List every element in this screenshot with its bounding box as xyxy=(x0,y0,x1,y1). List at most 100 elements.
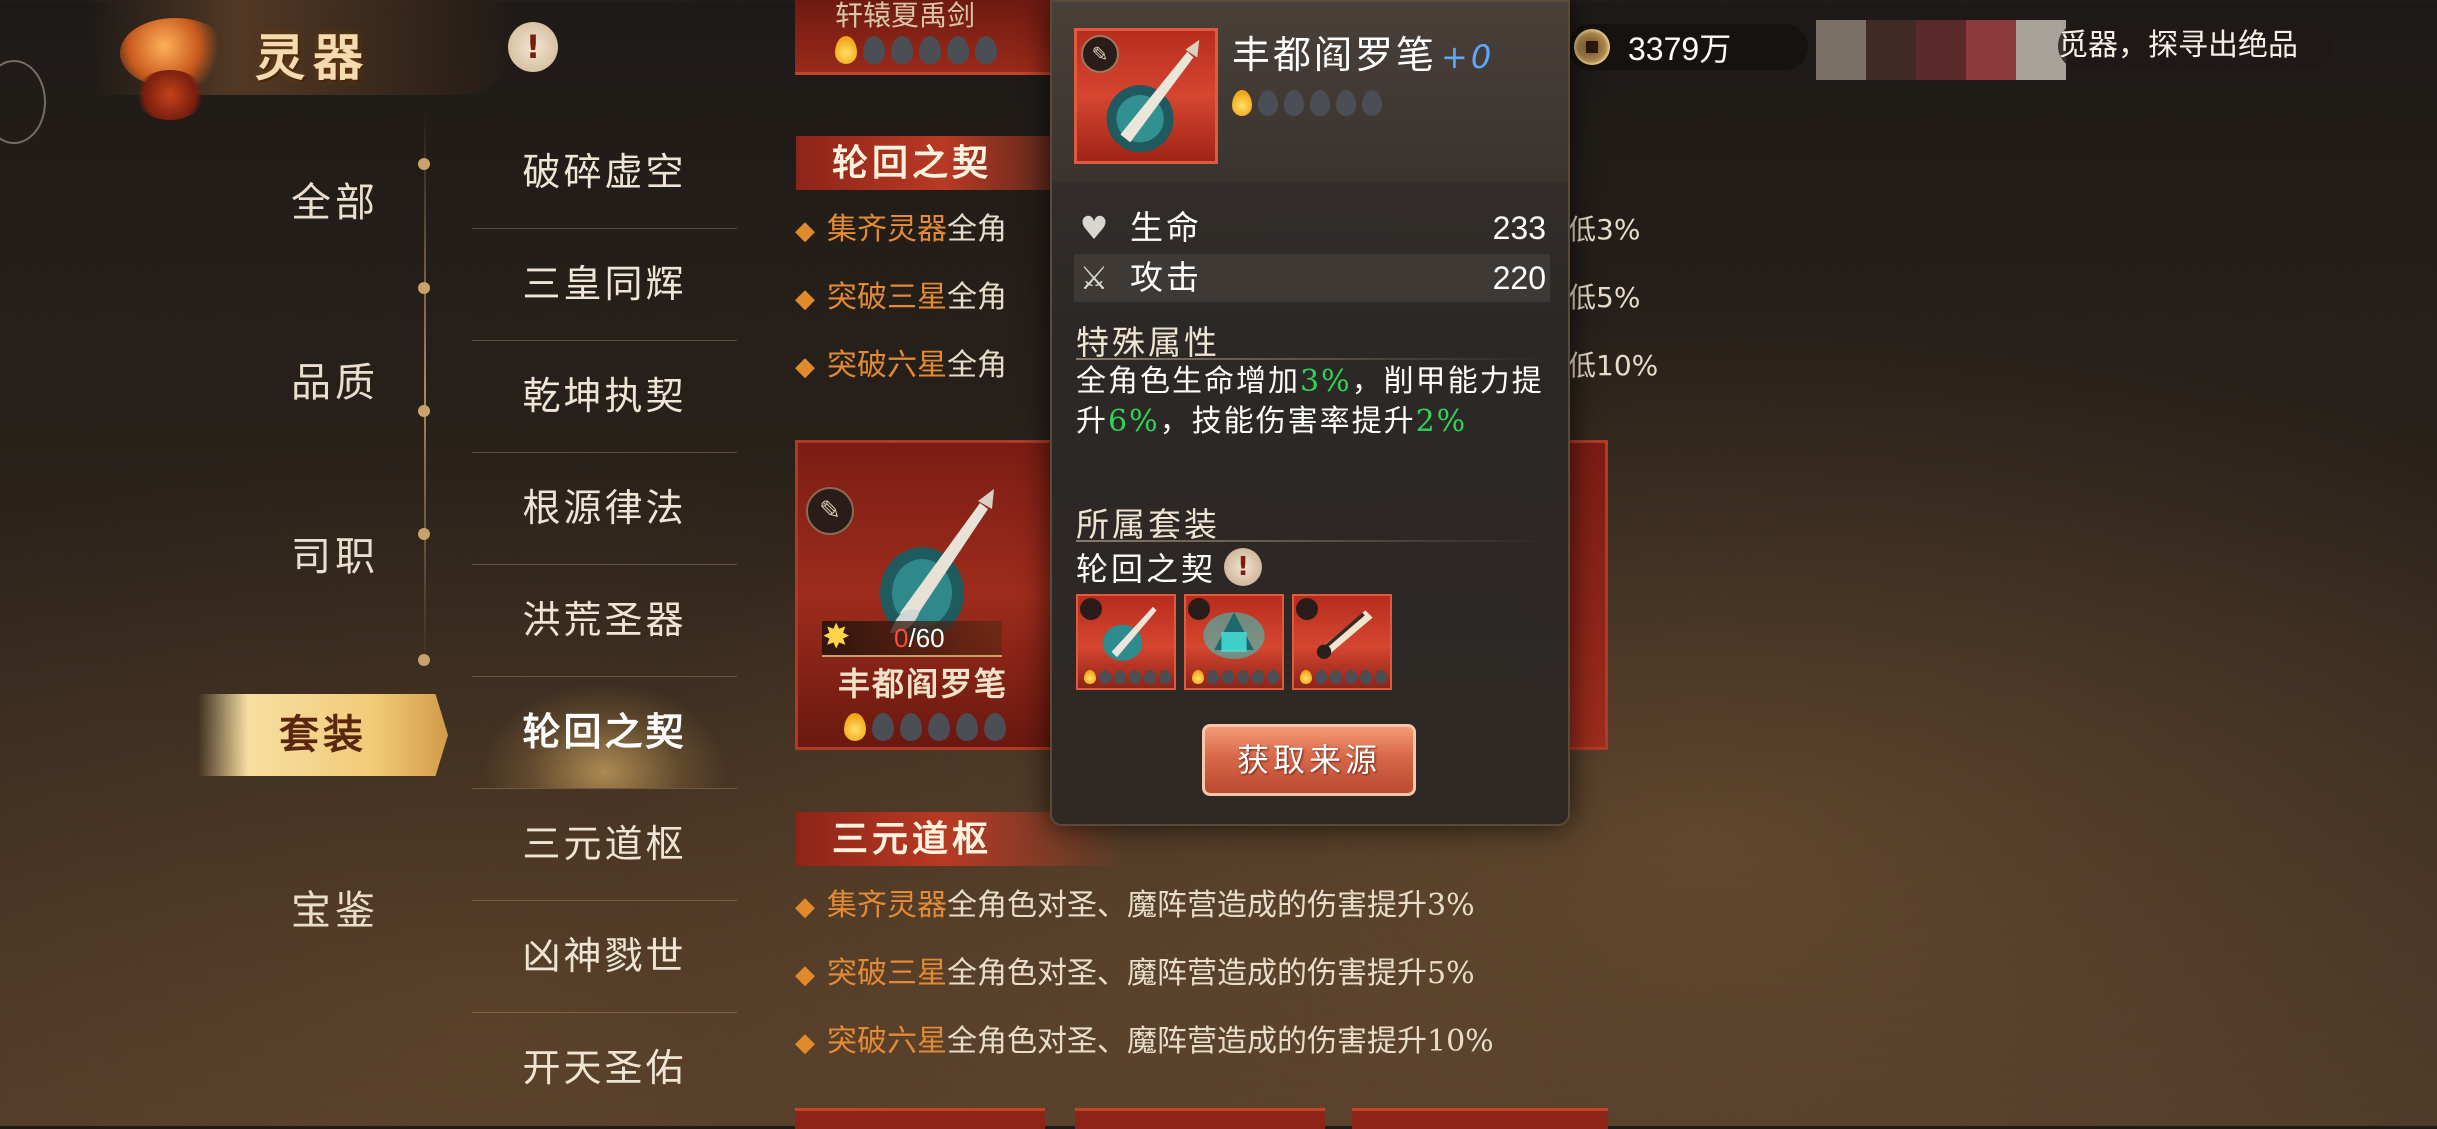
set-name: 轮回之契 xyxy=(1076,550,1217,588)
nav-item-all[interactable]: 全部 xyxy=(230,168,440,238)
star-icon xyxy=(1330,670,1342,684)
star-icon xyxy=(1222,670,1234,684)
item-detail-popup: ✎ 丰都阎罗笔 +0 ♥ 生命 233 ⚔ 攻击 220 特殊属性 全角色生命增加… xyxy=(1050,0,1570,826)
set-list-item[interactable]: 凶神戮世 xyxy=(472,900,737,1013)
star-icon xyxy=(1375,670,1387,684)
scroll-artwork-icon xyxy=(1316,610,1373,659)
star-icon xyxy=(1284,90,1304,116)
bonus-text-tail: 低5% xyxy=(1568,281,1641,314)
item-card[interactable]: ✎ ✸ 0/60 丰都阎罗笔 xyxy=(795,440,1055,750)
star-icon xyxy=(1267,670,1279,684)
star-icon xyxy=(1207,670,1219,684)
star-rating xyxy=(1192,670,1279,684)
bonus-text: 全角色对圣、魔阵营造成的伤害提升10% xyxy=(947,1024,1494,1059)
divider xyxy=(1076,358,1546,360)
bonus-condition: 突破三星 xyxy=(827,280,947,315)
set-piece-temple[interactable] xyxy=(1184,594,1284,690)
star-rating xyxy=(1232,90,1382,116)
item-card-name: 轩辕夏禹剑 xyxy=(835,0,976,32)
nav-dot xyxy=(418,282,430,294)
sword-icon: ⚔ xyxy=(1079,259,1109,297)
star-icon xyxy=(984,713,1006,741)
star-icon xyxy=(1336,90,1356,116)
stat-label: 攻击 xyxy=(1130,258,1202,297)
popup-header: ✎ 丰都阎罗笔 +0 xyxy=(1052,2,1568,182)
item-card-partial[interactable]: 轩辕夏禹剑 xyxy=(795,0,1055,75)
announcement-ticker: 觅器，探寻出绝品 xyxy=(2058,22,2333,70)
star-icon xyxy=(1345,670,1357,684)
nav-item-codex[interactable]: 宝鉴 xyxy=(230,876,440,946)
fragment-count: 0/60 xyxy=(894,621,945,655)
brush-type-icon: ✎ xyxy=(806,487,854,535)
set-list-item[interactable]: 破碎虚空 xyxy=(472,116,737,229)
star-icon xyxy=(835,36,857,64)
censored-avatar-strip xyxy=(1816,20,2066,80)
star-rating xyxy=(844,713,1006,741)
bullet-icon: ◆ xyxy=(795,284,815,314)
enhance-level: +0 xyxy=(1441,38,1495,76)
divider xyxy=(1076,540,1546,542)
info-icon[interactable]: ! xyxy=(508,22,558,72)
star-icon xyxy=(1252,670,1264,684)
desc-value: 3% xyxy=(1300,364,1352,399)
star-icon xyxy=(844,713,866,741)
set-bonus-row: ◆ 集齐灵器全角 xyxy=(795,208,1007,252)
nav-item-set[interactable]: 套装 xyxy=(198,694,448,776)
star-icon xyxy=(1159,670,1171,684)
info-icon[interactable]: ! xyxy=(1224,548,1262,586)
star-icon xyxy=(1315,670,1327,684)
set-piece-scroll[interactable] xyxy=(1292,594,1392,690)
swatch xyxy=(1816,20,1866,80)
set-list-item[interactable]: 根源律法 xyxy=(472,452,737,565)
star-icon xyxy=(900,713,922,741)
special-attr-desc: 全角色生命增加3%，削甲能力提升6%，技能伤害率提升2% xyxy=(1076,362,1556,442)
star-icon xyxy=(956,713,978,741)
bonus-text: 全角 xyxy=(947,348,1007,383)
bullet-icon: ◆ xyxy=(795,216,815,246)
star-icon xyxy=(928,713,950,741)
set-bonus-row: ◆ 集齐灵器全角色对圣、魔阵营造成的伤害提升3% xyxy=(795,884,1475,928)
star-icon xyxy=(1099,670,1111,684)
item-title: 丰都阎罗笔 +0 xyxy=(1232,24,1494,79)
set-list-item-active[interactable]: 轮回之契 xyxy=(472,676,737,789)
set-list-item[interactable]: 乾坤执契 xyxy=(472,340,737,453)
bonus-text: 全角 xyxy=(947,280,1007,315)
set-list-item[interactable]: 三元道枢 xyxy=(472,788,737,901)
bonus-condition: 集齐灵器 xyxy=(827,888,947,923)
bonus-text-tail: 低3% xyxy=(1568,213,1641,246)
set-bonus-row: ◆ 突破三星全角 xyxy=(795,276,1007,320)
star-icon xyxy=(1258,90,1278,116)
desc-text: ，技能伤害率提升 xyxy=(1159,404,1416,439)
nav-dot xyxy=(418,654,430,666)
currency-display: 3379万 xyxy=(1568,24,1808,70)
star-icon xyxy=(1310,90,1330,116)
set-list-item[interactable]: 三皇同辉 xyxy=(472,228,737,341)
bullet-icon: ◆ xyxy=(795,352,815,382)
brush-artwork-icon xyxy=(1106,39,1200,153)
star-icon xyxy=(1144,670,1156,684)
set-piece-brush[interactable] xyxy=(1076,594,1176,690)
star-icon xyxy=(891,36,913,64)
nav-item-quality[interactable]: 品质 xyxy=(230,348,440,418)
nav-item-role[interactable]: 司职 xyxy=(230,522,440,592)
bonus-condition: 集齐灵器 xyxy=(827,212,947,247)
bullet-icon: ◆ xyxy=(795,960,815,990)
set-bonus-row: ◆ 突破六星全角 xyxy=(795,344,1007,388)
star-icon xyxy=(1360,670,1372,684)
header: 灵器 ! xyxy=(0,0,560,144)
swatch xyxy=(1966,20,2016,80)
bonus-text: 全角 xyxy=(947,212,1007,247)
set-list-item[interactable]: 开天圣佑 xyxy=(472,1012,737,1124)
fragment-total: /60 xyxy=(908,623,945,653)
fragment-current: 0 xyxy=(894,623,909,653)
stat-row-hp: ♥ 生命 233 xyxy=(1074,204,1550,252)
orb-logo-icon xyxy=(135,70,205,120)
bonus-text-tail: 低10% xyxy=(1568,349,1659,382)
star-icon xyxy=(863,36,885,64)
stat-value: 220 xyxy=(1492,260,1546,296)
star-rating xyxy=(1300,670,1387,684)
set-list-item[interactable]: 洪荒圣器 xyxy=(472,564,737,677)
bonus-condition: 突破六星 xyxy=(827,1024,947,1059)
desc-value: 2% xyxy=(1415,404,1468,439)
obtain-source-button[interactable]: 获取来源 xyxy=(1202,724,1416,796)
